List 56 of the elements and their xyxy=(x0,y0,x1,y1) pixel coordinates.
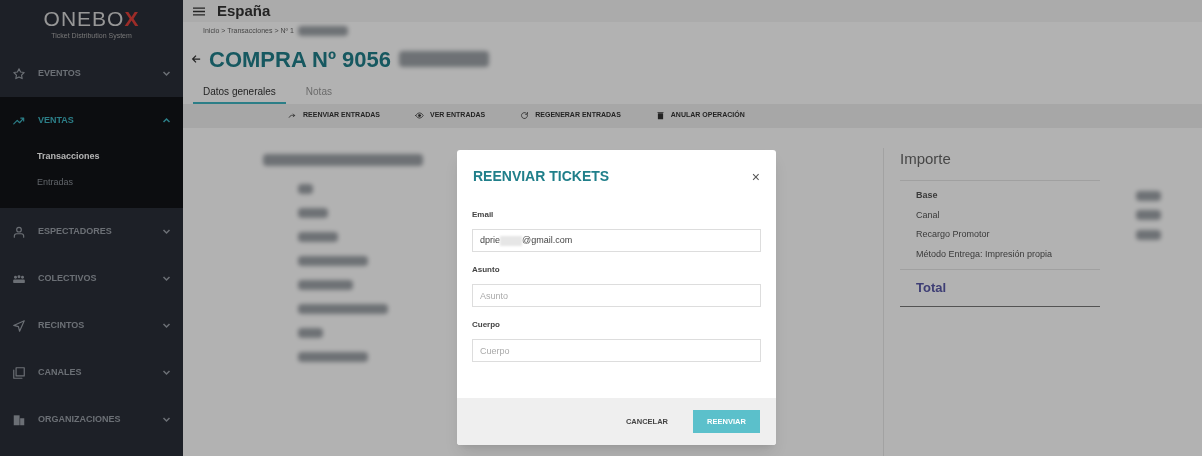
tab[interactable]: Notas xyxy=(295,81,342,104)
sidebar-item[interactable]: COLECTIVOS xyxy=(0,255,183,302)
forward-icon xyxy=(288,111,297,120)
blurred-text xyxy=(1136,210,1161,221)
chevron-down-icon xyxy=(162,368,171,377)
amount-label: Método Entrega: Impresión propia xyxy=(916,247,1054,261)
chevron-down-icon xyxy=(162,69,171,78)
logo: ONEBOX xyxy=(43,8,140,30)
field-label: Cuerpo xyxy=(472,319,501,331)
blurred-text xyxy=(1136,190,1161,201)
chevron-down-icon xyxy=(162,415,171,424)
blurred-text xyxy=(298,255,368,266)
refresh-icon xyxy=(520,111,530,120)
amount-label: Canal xyxy=(916,208,941,222)
total-label: Total xyxy=(916,279,948,297)
sidebar-item[interactable]: ESPECTADORES xyxy=(0,208,183,255)
sidebar-item[interactable]: EVENTOS xyxy=(0,50,183,97)
modal-title: REENVIAR TICKETS xyxy=(473,167,610,186)
close-button[interactable]: × xyxy=(751,169,760,184)
blurred-text xyxy=(298,207,328,218)
sidebar-item[interactable]: RECINTOS xyxy=(0,302,183,349)
sidebar-item[interactable]: VENTAS xyxy=(0,97,183,144)
blurred-text xyxy=(1136,229,1161,240)
sidebar-subitem[interactable]: Transacciones xyxy=(0,144,183,170)
sidebar-subitem[interactable]: Entradas xyxy=(0,170,183,196)
page-header-title: España xyxy=(217,0,271,21)
blurred-text xyxy=(298,279,353,290)
page-title: COMPRA Nº 9056 xyxy=(209,45,392,74)
amount-label: Base xyxy=(916,189,939,202)
chevron-up-icon xyxy=(162,116,171,125)
star-icon xyxy=(12,66,26,81)
blurred-text xyxy=(298,231,338,242)
send-icon xyxy=(12,318,26,333)
back-arrow-icon[interactable] xyxy=(191,54,201,64)
menu-icon[interactable] xyxy=(193,6,205,16)
building-icon xyxy=(12,412,26,427)
trash-icon xyxy=(655,111,665,120)
chevron-down-icon xyxy=(162,321,171,330)
amount-label: Recargo Promotor xyxy=(916,228,991,241)
eye-icon xyxy=(415,111,424,120)
chevron-down-icon xyxy=(162,227,171,236)
sidebar-item[interactable]: CANALES xyxy=(0,349,183,396)
field-label: Email xyxy=(472,209,495,221)
blurred-text xyxy=(297,26,348,37)
chevron-down-icon xyxy=(162,274,171,283)
field-label: Asunto xyxy=(472,264,501,276)
blurred-text xyxy=(298,351,368,362)
input-field[interactable]: dprie @gmail.com xyxy=(472,229,761,252)
blurred-text xyxy=(298,183,313,194)
sidebar-item[interactable]: ORGANIZACIONES xyxy=(0,396,183,443)
input-field[interactable]: Asunto xyxy=(472,284,761,307)
person-icon xyxy=(12,224,26,239)
copy-icon xyxy=(12,365,26,380)
panel-title: Importe xyxy=(900,148,952,169)
blurred-text xyxy=(298,327,323,338)
input-field[interactable]: Cuerpo xyxy=(472,339,761,362)
